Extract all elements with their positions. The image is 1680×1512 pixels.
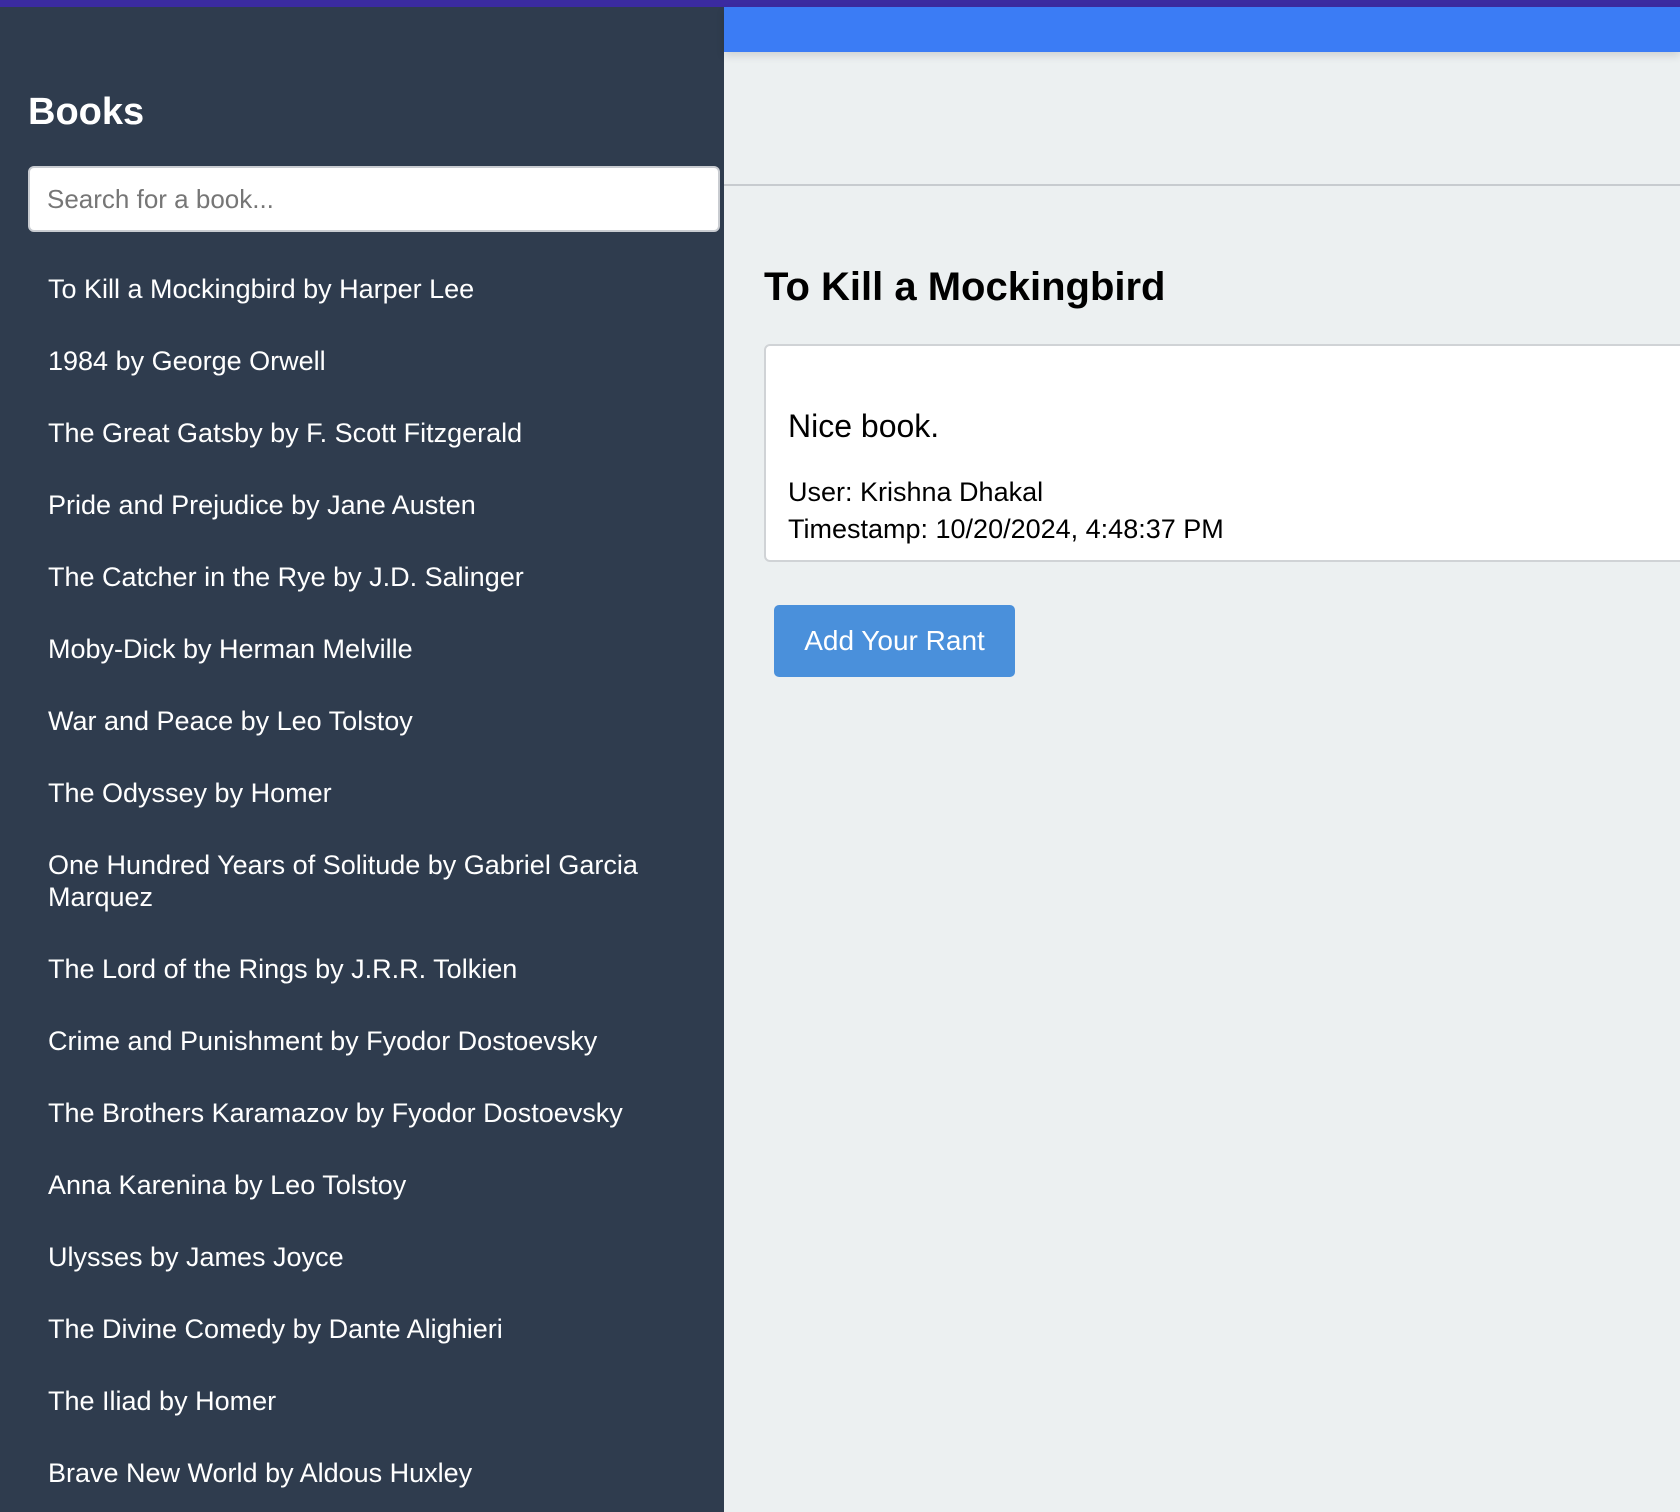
main-content: To Kill a Mockingbird Nice book. User: K… xyxy=(724,7,1680,1512)
book-list-item[interactable]: Ulysses by James Joyce xyxy=(0,1225,700,1289)
book-list-item[interactable]: To Kill a Mockingbird by Harper Lee xyxy=(0,257,700,321)
search-input[interactable] xyxy=(28,166,720,232)
book-list-item[interactable]: The Lord of the Rings by J.R.R. Tolkien xyxy=(0,937,700,1001)
book-list-item[interactable]: War and Peace by Leo Tolstoy xyxy=(0,689,700,753)
add-rant-button[interactable]: Add Your Rant xyxy=(774,605,1015,677)
book-list-item[interactable]: The Catcher in the Rye by J.D. Salinger xyxy=(0,545,700,609)
book-list-item[interactable]: Brave New World by Aldous Huxley xyxy=(0,1441,700,1505)
book-title: To Kill a Mockingbird xyxy=(764,265,1166,309)
book-list-item[interactable]: Pride and Prejudice by Jane Austen xyxy=(0,473,700,537)
book-list: To Kill a Mockingbird by Harper Lee 1984… xyxy=(0,257,724,1512)
book-list-item[interactable]: The Divine Comedy by Dante Alighieri xyxy=(0,1297,700,1361)
book-list-item[interactable]: Crime and Punishment by Fyodor Dostoevsk… xyxy=(0,1009,700,1073)
header-divider xyxy=(724,184,1680,186)
book-list-item[interactable]: Anna Karenina by Leo Tolstoy xyxy=(0,1153,700,1217)
book-list-item[interactable]: The Odyssey by Homer xyxy=(0,761,700,825)
sidebar: Books To Kill a Mockingbird by Harper Le… xyxy=(0,7,724,1512)
rant-card: Nice book. User: Krishna Dhakal Timestam… xyxy=(764,344,1680,562)
book-list-item[interactable]: Moby-Dick by Herman Melville xyxy=(0,617,700,681)
book-list-item[interactable]: 1984 by George Orwell xyxy=(0,329,700,393)
sidebar-title: Books xyxy=(28,91,145,133)
header-bar xyxy=(724,7,1680,52)
window-top-strip xyxy=(0,0,1680,7)
rant-text: Nice book. xyxy=(788,408,940,444)
book-list-item[interactable]: The Iliad by Homer xyxy=(0,1369,700,1433)
rant-user: User: Krishna Dhakal xyxy=(788,477,1044,507)
book-list-item[interactable]: The Brothers Karamazov by Fyodor Dostoev… xyxy=(0,1081,700,1145)
book-list-item[interactable]: The Great Gatsby by F. Scott Fitzgerald xyxy=(0,401,700,465)
rant-timestamp: Timestamp: 10/20/2024, 4:48:37 PM xyxy=(788,514,1224,544)
book-list-item[interactable]: One Hundred Years of Solitude by Gabriel… xyxy=(0,833,700,929)
